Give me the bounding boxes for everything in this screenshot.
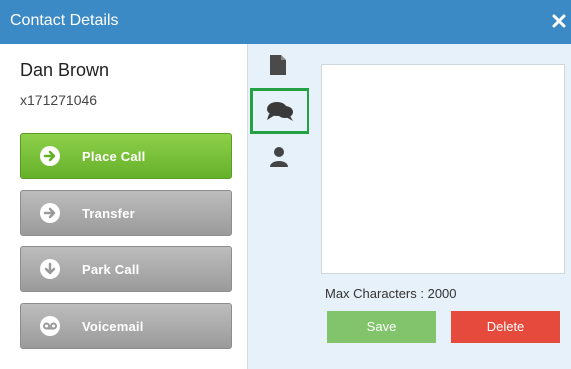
notes-panel: Max Characters : 2000 Save Delete bbox=[309, 44, 571, 369]
transfer-label: Transfer bbox=[82, 206, 135, 221]
tab-document[interactable] bbox=[248, 44, 309, 88]
arrow-right-icon bbox=[39, 202, 61, 224]
park-call-label: Park Call bbox=[82, 262, 140, 277]
arrow-down-icon bbox=[39, 258, 61, 280]
document-icon bbox=[270, 55, 286, 75]
arrow-right-circle-icon bbox=[39, 145, 61, 167]
delete-button[interactable]: Delete bbox=[451, 311, 560, 343]
voicemail-label: Voicemail bbox=[82, 319, 144, 334]
contact-panel: Dan Brown x171271046 Place Call Transfer… bbox=[0, 44, 247, 369]
tab-contact[interactable] bbox=[248, 137, 309, 181]
tab-chat[interactable] bbox=[250, 88, 310, 134]
transfer-button[interactable]: Transfer bbox=[20, 190, 232, 236]
dialog-body: Dan Brown x171271046 Place Call Transfer… bbox=[0, 44, 571, 369]
notes-textarea[interactable] bbox=[321, 64, 565, 274]
close-icon[interactable] bbox=[551, 13, 567, 29]
contact-name: Dan Brown bbox=[20, 60, 110, 80]
place-call-label: Place Call bbox=[82, 149, 146, 164]
voicemail-icon bbox=[39, 315, 61, 337]
side-tabs bbox=[247, 44, 310, 369]
save-button[interactable]: Save bbox=[327, 311, 436, 343]
contact-details-dialog: Contact Details Dan Brown x171271046 Pla… bbox=[0, 0, 571, 369]
dialog-title: Contact Details bbox=[10, 12, 119, 29]
title-bar: Contact Details bbox=[0, 0, 571, 44]
voicemail-button[interactable]: Voicemail bbox=[20, 303, 232, 349]
chat-icon bbox=[267, 102, 293, 121]
user-icon bbox=[270, 147, 288, 167]
place-call-button[interactable]: Place Call bbox=[20, 133, 232, 179]
contact-extension: x171271046 bbox=[20, 92, 98, 108]
park-call-button[interactable]: Park Call bbox=[20, 246, 232, 292]
max-characters-label: Max Characters : 2000 bbox=[325, 286, 457, 301]
